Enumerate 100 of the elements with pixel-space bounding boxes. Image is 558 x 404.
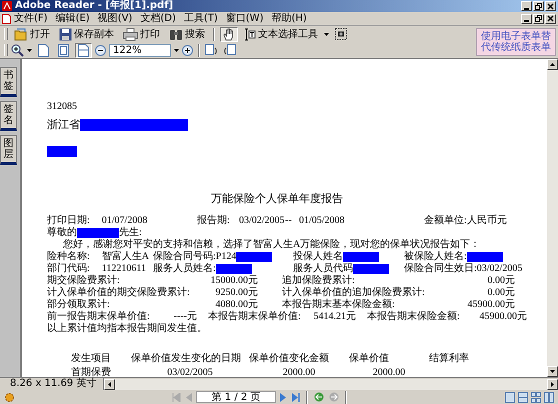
field-text: 被保险人姓名: [404, 251, 467, 262]
postal-code: 312085 [47, 101, 77, 113]
amount-value: 0.00元 [488, 287, 515, 299]
toolbar-button[interactable]: 搜索 [166, 26, 208, 42]
next-page-button[interactable] [279, 392, 287, 402]
rotate-clockwise-icon[interactable] [205, 44, 219, 56]
menu-item[interactable]: 编辑(E) [52, 12, 93, 24]
vertical-scrollbar[interactable] [547, 59, 558, 377]
page-view-button[interactable] [75, 42, 92, 58]
zoom-in-magnifier-icon[interactable] [11, 44, 24, 56]
restore-button[interactable] [533, 1, 544, 11]
zoom-field[interactable]: 122% [109, 44, 171, 56]
menu-item[interactable]: 帮助(H) [268, 12, 310, 24]
scroll-up-icon[interactable] [550, 63, 555, 66]
rotate-counterclockwise-icon[interactable] [222, 44, 236, 56]
side-tab[interactable]: 签名 [0, 101, 17, 131]
hand-icon [223, 28, 235, 40]
restore-button[interactable] [533, 14, 544, 24]
back-button[interactable] [313, 392, 325, 402]
amount-label: 计入保单价值的期交保险费累计: [47, 287, 190, 298]
header-text: 01/07/2008 [102, 215, 148, 226]
page-view-button[interactable] [55, 42, 72, 58]
page-number-field[interactable]: 第 1 / 2 页 [196, 391, 276, 403]
binoculars-icon [169, 28, 183, 40]
toolbar-button[interactable]: 保存副本 [56, 26, 117, 42]
facing-pages-icon[interactable] [531, 392, 541, 402]
caret-icon[interactable] [324, 32, 329, 36]
side-tab[interactable]: 书签 [0, 67, 17, 97]
field-text: 投保人姓名 [293, 251, 343, 263]
amount-value: 15000.00元 [210, 275, 258, 287]
greeting-text: 尊敬的 [47, 227, 77, 239]
menu-item[interactable]: 文件(F) [11, 12, 51, 24]
redaction-block [216, 264, 252, 274]
page-view-button[interactable] [35, 42, 52, 58]
menu-item[interactable]: 工具(T) [180, 12, 221, 24]
field-text: 部门代码: [47, 263, 90, 274]
side-tab[interactable]: 图层 [0, 135, 17, 165]
page-width-icon [78, 44, 89, 56]
two-page-icon[interactable] [544, 392, 554, 402]
close-icon [547, 15, 554, 22]
menu-item[interactable]: 视图(V) [94, 12, 136, 24]
table-cell-text: 03/02/2005 [166, 367, 214, 377]
continuous-page-icon[interactable] [518, 392, 528, 402]
last-page-button[interactable] [290, 392, 301, 402]
caret-icon[interactable] [27, 48, 32, 52]
field-text: 智富人生A [102, 251, 150, 263]
amount-value: 9250.00元 [216, 287, 258, 299]
table-cell-text: 2000.00 [282, 367, 316, 377]
printer-icon [123, 28, 138, 40]
field-text: 保险合同号码:P124 [153, 251, 236, 263]
toolbar-button[interactable]: 打开 [11, 26, 53, 42]
minimize-button[interactable] [521, 14, 532, 24]
close-button[interactable] [545, 14, 556, 24]
folder-icon [14, 28, 28, 40]
zoom-in-icon[interactable] [182, 44, 193, 56]
horizontal-scrollbar[interactable] [104, 378, 558, 390]
intro-paragraph: 您好，感谢您对平安的支持和信赖，选择了智富人生A万能保险，现对您的保单状况报告如下： [63, 239, 480, 250]
field-text: 险种名称: [47, 251, 90, 262]
snapshot-tool-button[interactable] [332, 26, 350, 42]
column-header: 结算利率 [429, 353, 470, 365]
toolbar-button[interactable]: 打印 [120, 26, 163, 42]
field-text: 服务人员姓名: [153, 263, 216, 275]
close-button[interactable] [545, 1, 556, 11]
text-select-tool-button[interactable]: 文本选择工具 [241, 26, 321, 42]
ad-banner[interactable]: 使用电子表单替 代传统纸质表单 [476, 28, 556, 56]
scroll-down-icon[interactable] [550, 370, 555, 373]
window-title: Adobe Reader - [年报[1].pdf] [15, 0, 174, 12]
table-cell-text: 首期保费 [71, 367, 112, 377]
header-text: 03/02/2005 [239, 215, 285, 227]
column-header: 保单价值变化金额 [249, 353, 330, 365]
address-text: 浙江省 [47, 119, 80, 131]
redaction-block [236, 252, 272, 262]
amount-value: ----元 [174, 311, 197, 322]
zoom-out-icon[interactable] [95, 44, 106, 56]
minimize-button[interactable] [521, 1, 532, 11]
scroll-right-icon[interactable] [551, 382, 554, 386]
amount-label: 追加保险费累计: [282, 275, 355, 286]
amount-label: 期交保险费累计: [47, 275, 120, 286]
redaction-block [353, 264, 389, 274]
field-text: 服务人员代码 [293, 263, 353, 274]
header-text: 金额单位:人民币元 [424, 215, 507, 227]
caret-icon[interactable] [174, 48, 179, 52]
camera-icon [335, 28, 347, 40]
amount-value: 45900.00元 [480, 311, 527, 323]
menu-item[interactable]: 文档(D) [137, 12, 179, 24]
amount-label: 本报告期末基本保险金额: [282, 299, 395, 310]
text-cursor-icon [244, 28, 256, 40]
redaction-block [77, 228, 119, 238]
single-page-icon[interactable] [505, 392, 515, 402]
header-text: -- [285, 215, 292, 227]
scroll-left-icon[interactable] [108, 382, 111, 386]
note-text: 以上累计值均指本报告期间发生值。 [47, 323, 207, 335]
header-text: 01/05/2008 [299, 215, 345, 227]
amount-value: 45900.00元 [468, 299, 515, 311]
amount-label: 部分领取累计: [47, 299, 110, 310]
menu-item[interactable]: 窗口(W) [222, 12, 266, 24]
table-cell-text: 2000.00 [372, 367, 406, 377]
amount-value: 4080.00元 [216, 299, 258, 310]
redaction-block [343, 252, 379, 262]
hand-tool-button[interactable] [220, 26, 238, 42]
